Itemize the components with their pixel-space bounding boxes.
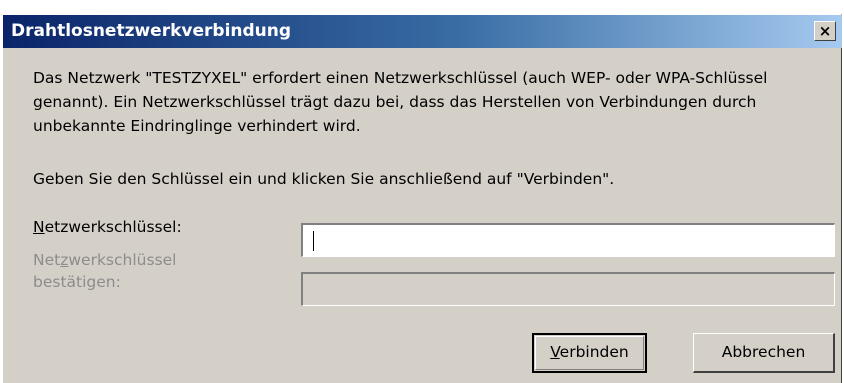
connect-button[interactable]: Verbinden xyxy=(532,333,647,373)
connect-button-label: Verbinden xyxy=(550,343,628,361)
confirm-key-label-pre: Net xyxy=(33,251,61,269)
title-bar[interactable]: Drahtlosnetzwerkverbindung × xyxy=(3,15,842,48)
network-key-input[interactable] xyxy=(301,223,835,257)
info-message: Das Netzwerk "TESTZYXEL" erfordert einen… xyxy=(33,69,768,135)
confirm-key-input xyxy=(301,272,835,306)
dialog-title: Drahtlosnetzwerkverbindung xyxy=(11,21,292,41)
cancel-button[interactable]: Abbrechen xyxy=(693,333,835,373)
close-icon: × xyxy=(818,22,832,40)
connect-button-text: erbinden xyxy=(559,343,629,361)
network-key-label: Netzwerkschlüssel: xyxy=(33,215,182,239)
instruction-message: Geben Sie den Schlüssel ein und klicken … xyxy=(33,170,615,188)
close-button[interactable]: × xyxy=(814,21,836,41)
network-key-label-mnemonic: N xyxy=(33,218,45,236)
confirm-key-label: Netzwerkschlüssel bestätigen: xyxy=(33,249,233,293)
connect-button-mnemonic: V xyxy=(550,343,560,361)
text-caret xyxy=(313,231,314,251)
network-key-label-text: etzwerkschlüssel: xyxy=(44,218,182,236)
wireless-key-dialog: Drahtlosnetzwerkverbindung × Das Netzwer… xyxy=(2,14,842,383)
